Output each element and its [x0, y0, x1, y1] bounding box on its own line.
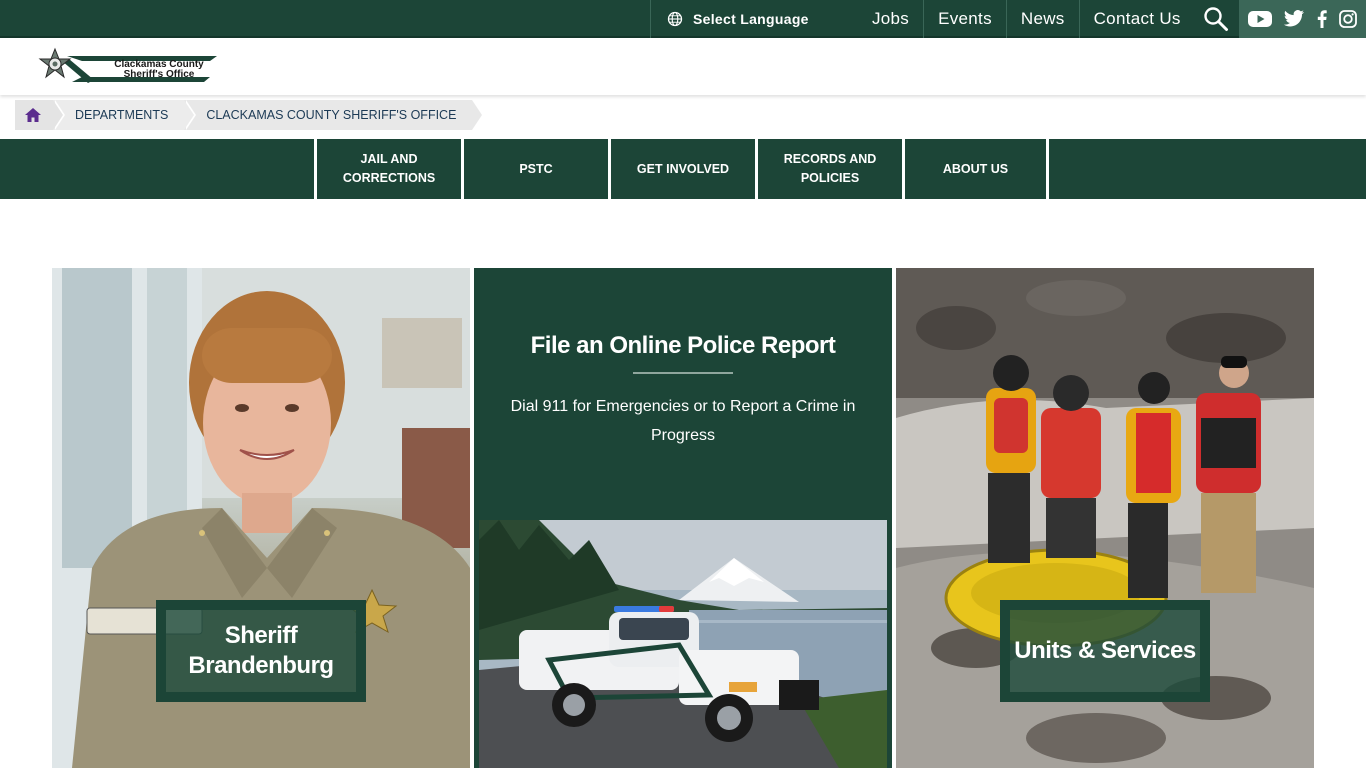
language-selector[interactable]: Select Language	[650, 0, 860, 38]
breadcrumb-home[interactable]	[15, 100, 65, 130]
nav-about-us[interactable]: ABOUT US	[902, 139, 1049, 199]
utility-bar: Select Language Jobs Events News Contact…	[0, 0, 1366, 38]
utility-links: Jobs Events News Contact Us	[858, 0, 1195, 38]
title-divider	[633, 372, 733, 374]
language-label: Select Language	[693, 11, 809, 27]
report-subtitle: Dial 911 for Emergencies or to Report a …	[510, 398, 856, 444]
search-icon	[1204, 7, 1228, 31]
nav-items: JAIL AND CORRECTIONS PSTC GET INVOLVED R…	[314, 139, 1049, 199]
jobs-link[interactable]: Jobs	[858, 0, 925, 38]
units-services-label[interactable]: Units & Services	[1000, 600, 1210, 702]
logo-line-2: Sheriff's Office	[123, 69, 195, 80]
breadcrumb-current[interactable]: CLACKAMAS COUNTY SHERIFF'S OFFICE	[184, 100, 483, 130]
site-header: Clackamas County Sheriff's Office	[0, 40, 1366, 95]
patrol-vehicle-image	[479, 520, 887, 768]
twitter-icon[interactable]	[1283, 10, 1305, 28]
instagram-icon[interactable]	[1338, 10, 1357, 28]
police-report-tile[interactable]: File an Online Police Report Dial 911 fo…	[474, 268, 892, 768]
logo-text: Clackamas County Sheriff's Office	[104, 60, 214, 80]
news-link[interactable]: News	[1007, 0, 1080, 38]
nav-get-involved[interactable]: GET INVOLVED	[608, 139, 755, 199]
facebook-icon[interactable]	[1316, 10, 1328, 28]
sheriff-label[interactable]: Sheriff Brandenburg	[156, 600, 366, 702]
breadcrumb: DEPARTMENTS CLACKAMAS COUNTY SHERIFF'S O…	[15, 100, 483, 130]
nav-pstc[interactable]: PSTC	[461, 139, 608, 199]
units-services-tile[interactable]: Units & Services	[896, 268, 1314, 768]
search-button[interactable]	[1194, 0, 1238, 38]
nav-jail-and-corrections[interactable]: JAIL AND CORRECTIONS	[314, 139, 461, 199]
breadcrumb-label: DEPARTMENTS	[75, 108, 169, 122]
events-link[interactable]: Events	[924, 0, 1007, 38]
social-links	[1239, 0, 1366, 38]
breadcrumb-departments[interactable]: DEPARTMENTS	[53, 100, 197, 130]
nav-records-and-policies[interactable]: RECORDS AND POLICIES	[755, 139, 902, 199]
main-navigation: JAIL AND CORRECTIONS PSTC GET INVOLVED R…	[0, 139, 1366, 199]
site-logo[interactable]: Clackamas County Sheriff's Office	[22, 47, 222, 87]
globe-icon	[667, 11, 683, 27]
report-title[interactable]: File an Online Police Report	[474, 332, 892, 360]
home-icon	[25, 108, 41, 122]
sheriff-tile[interactable]: Sheriff Brandenburg	[52, 268, 470, 768]
breadcrumb-label: CLACKAMAS COUNTY SHERIFF'S OFFICE	[206, 108, 457, 122]
youtube-icon[interactable]	[1248, 10, 1273, 28]
contact-us-link[interactable]: Contact Us	[1080, 0, 1195, 38]
